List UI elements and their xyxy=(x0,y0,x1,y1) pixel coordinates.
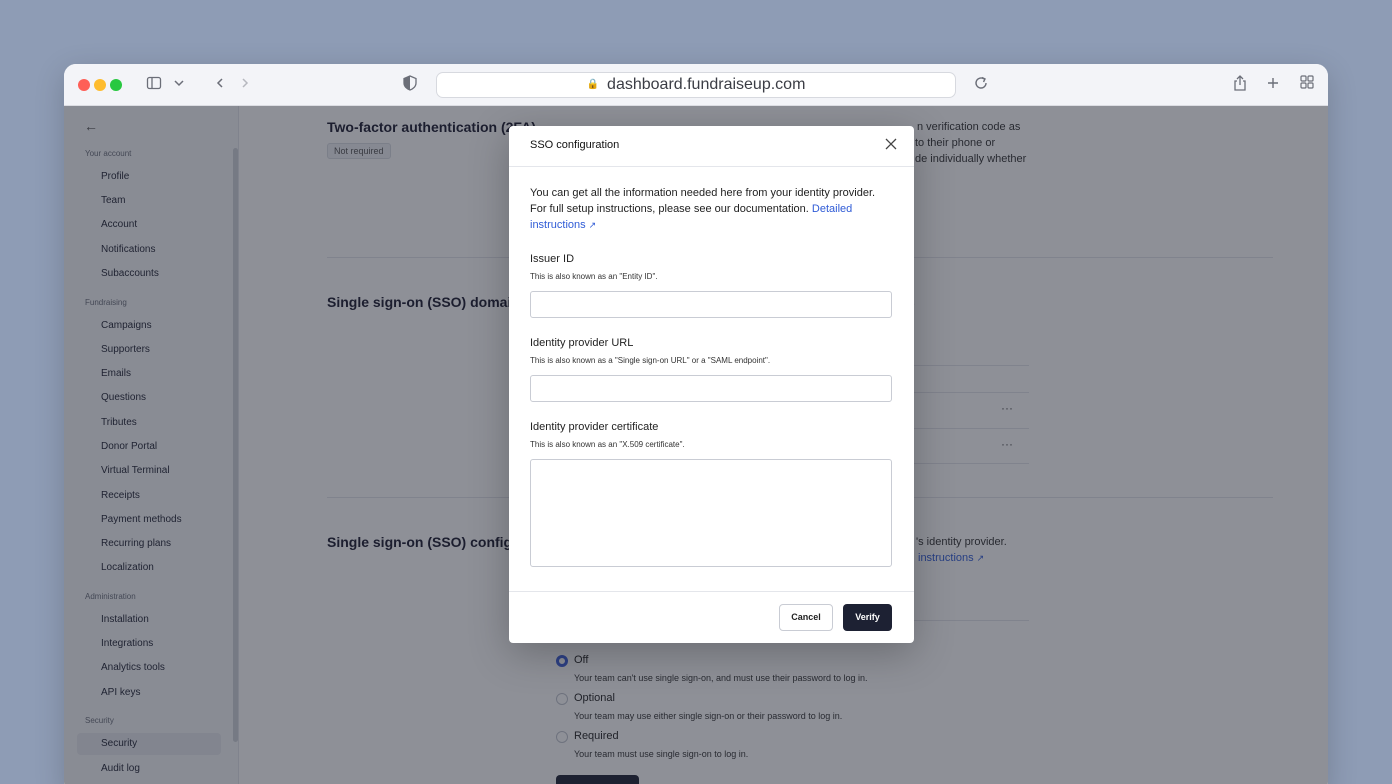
url-text: dashboard.fundraiseup.com xyxy=(607,76,806,93)
page-content: ← Your account Profile Team Account Noti… xyxy=(64,106,1328,784)
lock-icon: 🔒 xyxy=(586,79,600,90)
dialog-intro: You can get all the information needed h… xyxy=(530,185,894,233)
forward-icon[interactable] xyxy=(235,75,255,95)
new-tab-icon[interactable] xyxy=(1263,75,1283,95)
identity-provider-certificate-label: Identity provider certificate xyxy=(530,421,659,433)
address-bar[interactable]: 🔒 dashboard.fundraiseup.com xyxy=(436,72,956,98)
issuer-id-label: Issuer ID xyxy=(530,253,575,265)
chevron-down-icon[interactable] xyxy=(169,75,189,95)
cancel-button[interactable]: Cancel xyxy=(779,604,833,631)
browser-window: 🔒 dashboard.fundraiseup.com ← Your accoun… xyxy=(64,64,1328,784)
issuer-id-help: This is also known as an "Entity ID". xyxy=(530,272,658,281)
identity-provider-certificate-help: This is also known as an "X.509 certific… xyxy=(530,440,685,449)
shield-icon[interactable] xyxy=(400,75,420,95)
minimize-window-button[interactable] xyxy=(94,79,106,91)
identity-provider-url-help: This is also known as a "Single sign-on … xyxy=(530,356,771,365)
maximize-window-button[interactable] xyxy=(110,79,122,91)
sidebar-toggle-icon[interactable] xyxy=(144,75,164,95)
identity-provider-certificate-textarea[interactable] xyxy=(530,459,892,567)
close-window-button[interactable] xyxy=(78,79,90,91)
back-icon[interactable] xyxy=(210,75,230,95)
verify-button[interactable]: Verify xyxy=(843,604,892,631)
browser-toolbar: 🔒 dashboard.fundraiseup.com xyxy=(64,64,1328,106)
dialog-footer-divider xyxy=(509,591,914,592)
share-icon[interactable] xyxy=(1230,75,1250,95)
tab-overview-icon[interactable] xyxy=(1297,75,1317,95)
reload-icon[interactable] xyxy=(971,75,991,95)
close-icon[interactable] xyxy=(885,137,897,153)
identity-provider-url-label: Identity provider URL xyxy=(530,337,634,349)
dialog-header-divider xyxy=(509,166,914,167)
issuer-id-input[interactable] xyxy=(530,291,892,318)
sso-configuration-dialog: SSO configuration You can get all the in… xyxy=(509,126,914,643)
identity-provider-url-input[interactable] xyxy=(530,375,892,402)
external-link-icon: ↗ xyxy=(588,220,597,230)
dialog-title: SSO configuration xyxy=(530,139,620,151)
